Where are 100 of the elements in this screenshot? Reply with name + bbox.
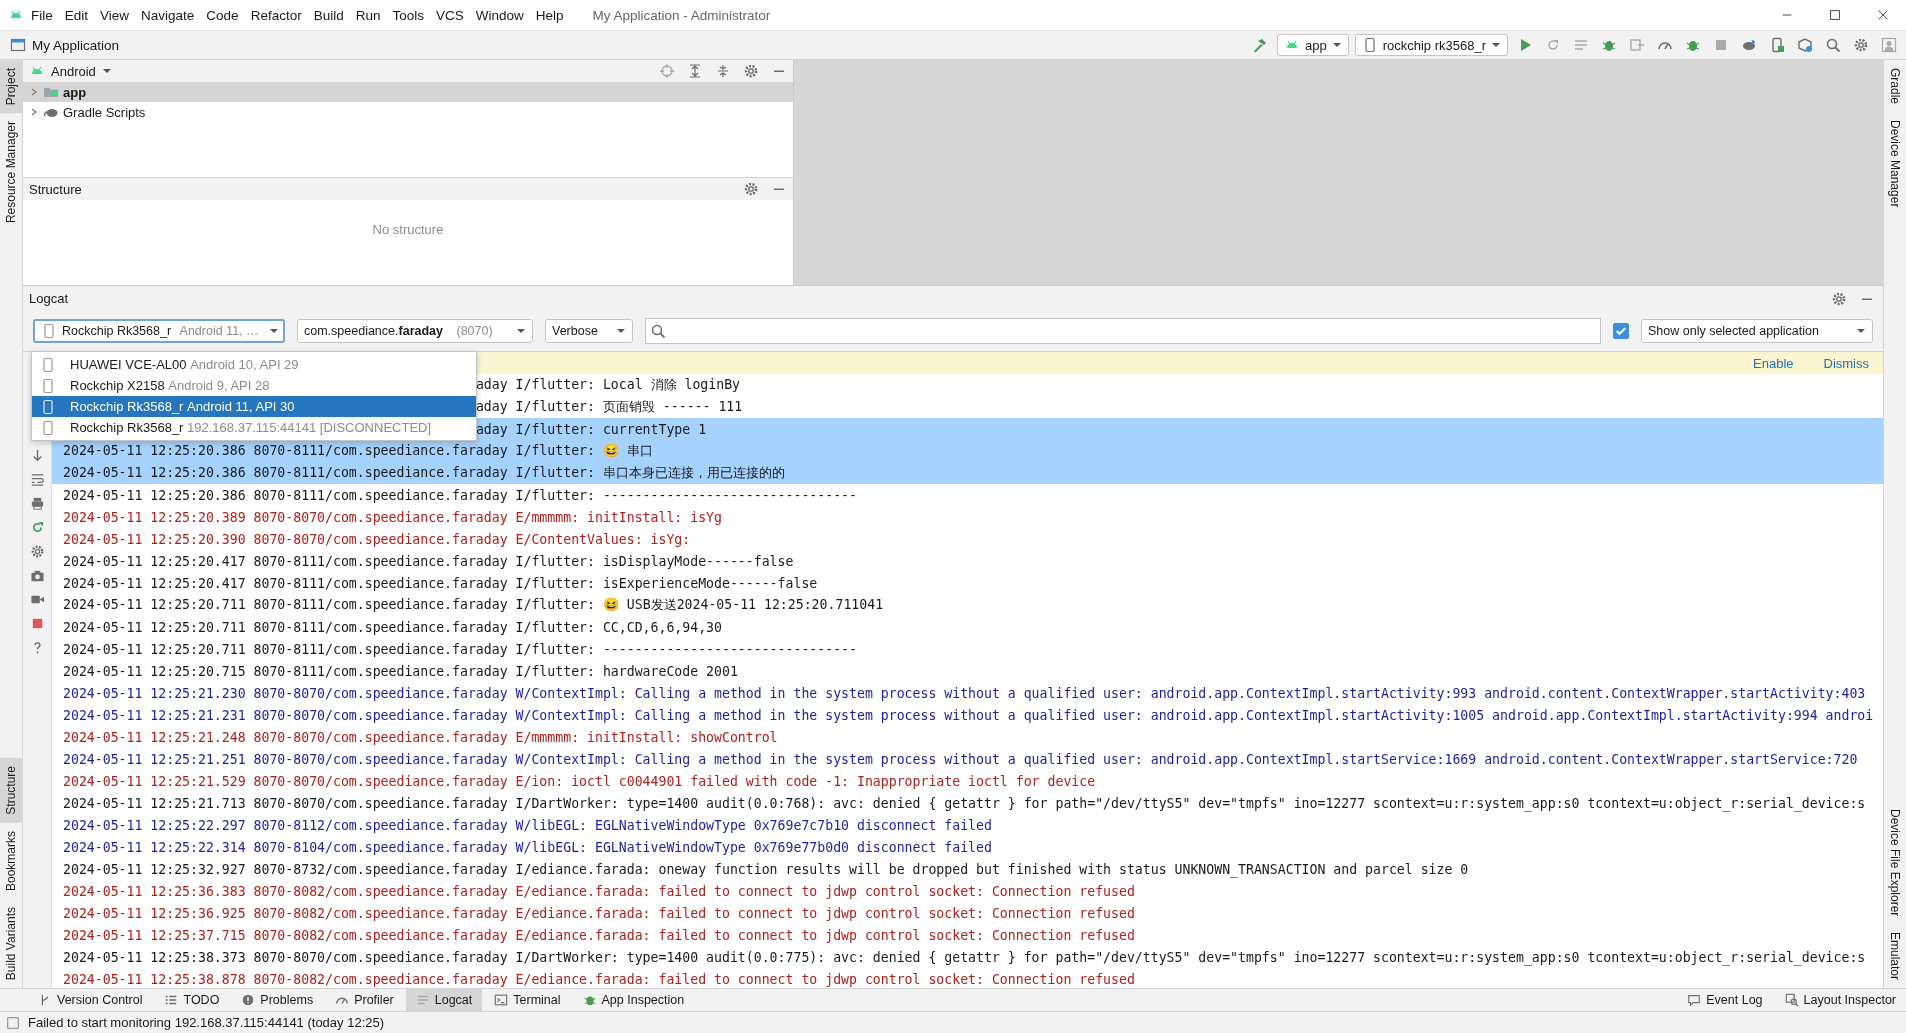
search-icon — [650, 323, 666, 339]
log-line: 2024-05-11 12:25:21.251 8070-8070/com.speediance.faraday W/ContextImpl: Calling a method in the system process without a qualified user: android.app.ContextImpl.startService:1669 android.content.ContextWrapper.startService:720 — [63, 751, 1858, 767]
caret-icon[interactable] — [101, 66, 112, 76]
tool-window-tab[interactable]: Emulator — [1884, 923, 1906, 988]
log-line: 2024-05-11 12:25:20.711 8070-8111/com.speediance.faraday I/flutter: 😆 USB发送2024-05-11 12:25:20.711041 — [63, 596, 884, 614]
log-line: 2024-05-11 12:25:21.248 8070-8070/com.speediance.faraday E/mmmmm: initInstall: showControl — [63, 729, 778, 745]
phone-icon — [40, 398, 56, 415]
log-line: 2024-05-11 12:25:20.711 8070-8111/com.speediance.faraday I/flutter: -------------------------------- — [63, 641, 857, 657]
regex-checkbox[interactable] — [1613, 323, 1629, 339]
log-line: 2024-05-11 12:25:20.715 8070-8111/com.speediance.faraday I/flutter: hardwareCode 2001 — [63, 663, 738, 679]
package-icon[interactable] — [1797, 37, 1813, 53]
tool-window-tab[interactable]: Device File Explorer — [1884, 800, 1906, 924]
log-line: 2024-05-11 12:25:20.417 8070-8111/com.speediance.faraday I/flutter: isDisplayMode------false — [63, 553, 794, 569]
tool-window-tab[interactable]: Structure — [0, 758, 22, 823]
caret-icon — [516, 326, 526, 336]
log-line: 2024-05-11 12:25:37.715 8070-8082/com.speediance.faraday E/ediance.farada: failed to connect to jdwp control socket: Connection refused — [63, 927, 1135, 943]
terminal-icon — [494, 993, 509, 1007]
tree-item[interactable]: app — [23, 82, 793, 102]
printer-icon[interactable] — [29, 496, 45, 511]
menu-item[interactable]: Tools — [387, 7, 429, 23]
log-line: 2024-05-11 12:25:36.383 8070-8082/com.speediance.faraday E/ediance.farada: failed to connect to jdwp control socket: Connection refused — [63, 883, 1135, 899]
menu-item[interactable]: View — [95, 7, 135, 23]
expand-all-icon[interactable] — [687, 63, 703, 79]
log-line: 2024-05-11 12:25:20.417 8070-8111/com.speediance.faraday I/flutter: isExperienceMode------false — [63, 575, 818, 591]
camera-icon[interactable] — [29, 568, 45, 583]
tool-window-tab[interactable]: Build Variants — [0, 898, 22, 988]
log-line: 2024-05-11 12:25:21.529 8070-8070/com.speediance.faraday E/ion: ioctl c0044901 failed with code -1: Inappropriate ioctl for device — [63, 773, 1096, 789]
device-menu-item[interactable]: HUAWEI VCE-AL00 Android 10, API 29 — [32, 354, 476, 375]
settings-icon[interactable] — [743, 181, 759, 197]
log-line: 2024-05-11 12:25:21.713 8070-8070/com.speediance.faraday I/DartWorker: type=1400 audit(0.0:768): avc: denied { getattr } for path="/dev/ttyS5" dev="tmpfs" ino=12277 scontext=u:r:system_app:s0 tcontext=u:object_r:serial_device:s — [63, 795, 1866, 811]
panel-title: Structure — [29, 181, 82, 197]
tool-window-tab[interactable]: Event Log — [1677, 989, 1773, 1011]
search-field[interactable] — [645, 318, 1601, 344]
caret-icon — [268, 326, 279, 336]
tool-window-tab[interactable]: Terminal — [484, 989, 571, 1011]
tree-item[interactable]: Gradle Scripts — [23, 102, 793, 122]
log-line: 2024-05-11 12:25:38.373 8070-8070/com.speediance.faraday I/DartWorker: type=1400 audit(0.0:775): avc: denied { getattr } for path="/dev/ttyS5" dev="tmpfs" ino=12277 scontext=u:r:system_app:s0 tcontext=u:object_r:serial_device:s — [63, 949, 1866, 965]
speech-bubble-icon — [1687, 993, 1702, 1007]
collapse-all-icon[interactable] — [715, 63, 731, 79]
tool-window-tab[interactable]: Resource Manager — [0, 113, 22, 232]
status-message: Failed to start monitoring 192.168.37.115:44141 (today 12:25) — [28, 1015, 385, 1030]
menu-item[interactable]: Refactor — [245, 7, 307, 23]
tool-window-tab[interactable]: Logcat — [405, 989, 483, 1011]
menu-item[interactable]: Run — [350, 7, 386, 23]
menu-item[interactable]: Build — [308, 7, 349, 23]
list-icon — [164, 993, 179, 1007]
menu-item[interactable]: Code — [201, 7, 244, 23]
menu-item[interactable]: Help — [530, 7, 569, 23]
menu-item[interactable]: Edit — [59, 7, 94, 23]
window-title: My Application - Administrator — [592, 7, 771, 23]
breadcrumb[interactable]: My Application — [32, 37, 120, 53]
log-line: 2024-05-11 12:25:20.390 8070-8070/com.speediance.faraday E/ContentValues: isYg: — [63, 531, 691, 547]
view-selector[interactable]: Android — [51, 63, 96, 79]
log-line: aday I/flutter: Local 消除 loginBy — [475, 376, 741, 394]
phone-icon[interactable] — [1769, 37, 1785, 53]
tool-window-tab[interactable]: Layout Inspector — [1774, 989, 1906, 1011]
log-line: aday I/flutter: currentType 1 — [475, 421, 707, 437]
log-level-dropdown[interactable]: Verbose — [545, 319, 633, 343]
device-dropdown[interactable]: Rockchip Rk3568_r Android 11, … — [33, 319, 285, 343]
settings-icon[interactable] — [743, 63, 759, 79]
package-dropdown[interactable]: com.speediance.faraday (8070) — [297, 319, 533, 343]
log-line: 2024-05-11 12:25:21.230 8070-8070/com.speediance.faraday W/ContextImpl: Calling a method in the system process without a qualified user: android.app.ContextImpl.startActivity:993 android.content.ContextWrapper.startActivity:403 — [63, 685, 1866, 701]
caret-icon — [1856, 326, 1866, 336]
device-dropdown[interactable]: rockchip rk3568_r — [1354, 34, 1508, 56]
tool-window-tab[interactable]: Device Manager — [1884, 112, 1906, 216]
menu-item[interactable]: File — [26, 7, 58, 23]
log-line: 2024-05-11 12:25:20.389 8070-8070/com.speediance.faraday E/mmmmm: initInstall: isYg — [63, 509, 722, 525]
settings-icon[interactable] — [29, 544, 45, 559]
tool-window-tab[interactable]: Profiler — [325, 989, 404, 1011]
log-line: 2024-05-11 12:25:20.386 8070-8111/com.speediance.faraday I/flutter: 串口本身已连接，用已连接的的 — [63, 464, 785, 482]
device-menu-item[interactable]: Rockchip Rk3568_r 192.168.37.115:44141 [DISCONNECTED] — [32, 417, 476, 438]
tool-window-tab[interactable]: TODO — [154, 989, 230, 1011]
panel-title: Logcat — [29, 291, 69, 306]
tool-window-tab[interactable]: Gradle — [1884, 60, 1906, 113]
device-menu-item[interactable]: Rockchip Rk3568_r Android 11, API 30 — [32, 396, 476, 417]
menu-item[interactable]: Navigate — [136, 7, 200, 23]
empty-message: No structure — [372, 222, 444, 239]
log-line: 2024-05-11 12:25:21.231 8070-8070/com.speediance.faraday W/ContextImpl: Calling a method in the system process without a qualified user: android.app.ContextImpl.startActivity:1005 android.app.ContextImpl.startActivity:994 androi — [63, 707, 1874, 723]
settings-icon[interactable] — [1831, 290, 1847, 307]
caret-icon — [1491, 40, 1501, 50]
phone-icon — [41, 323, 57, 339]
banner-link[interactable]: Enable — [1753, 355, 1794, 371]
tool-window-tab[interactable]: Version Control — [28, 989, 153, 1011]
square-icon[interactable] — [6, 1015, 20, 1030]
device-menu-item[interactable]: Rockchip X2158 Android 9, API 28 — [32, 375, 476, 396]
wrap-icon[interactable] — [29, 472, 45, 487]
menu-item[interactable]: VCS — [431, 7, 469, 23]
search-icon[interactable] — [1825, 37, 1841, 53]
tool-window-tab[interactable]: App Inspection — [572, 989, 695, 1011]
filter-dropdown[interactable]: Show only selected application — [1641, 319, 1873, 343]
tool-window-tab[interactable]: Problems — [231, 989, 324, 1011]
phone-icon — [40, 419, 56, 436]
run-config-dropdown[interactable]: app — [1276, 34, 1349, 56]
banner-link[interactable]: Dismiss — [1823, 355, 1869, 371]
settings-icon[interactable] — [1853, 37, 1869, 53]
log-line: 2024-05-11 12:25:36.925 8070-8082/com.speediance.faraday E/ediance.farada: failed to connect to jdwp control socket: Connection refused — [63, 905, 1135, 921]
tool-window-tab[interactable]: Project — [0, 60, 22, 114]
menu-item[interactable]: Window — [470, 7, 529, 23]
log-line: 2024-05-11 12:25:32.927 8070-8732/com.speediance.faraday I/ediance.farada: oneway function results will be dropped but finished with status UNKNOWN_TRANSACTION and parcel size 0 — [63, 861, 1469, 877]
tool-window-tab[interactable]: Bookmarks — [0, 822, 22, 899]
